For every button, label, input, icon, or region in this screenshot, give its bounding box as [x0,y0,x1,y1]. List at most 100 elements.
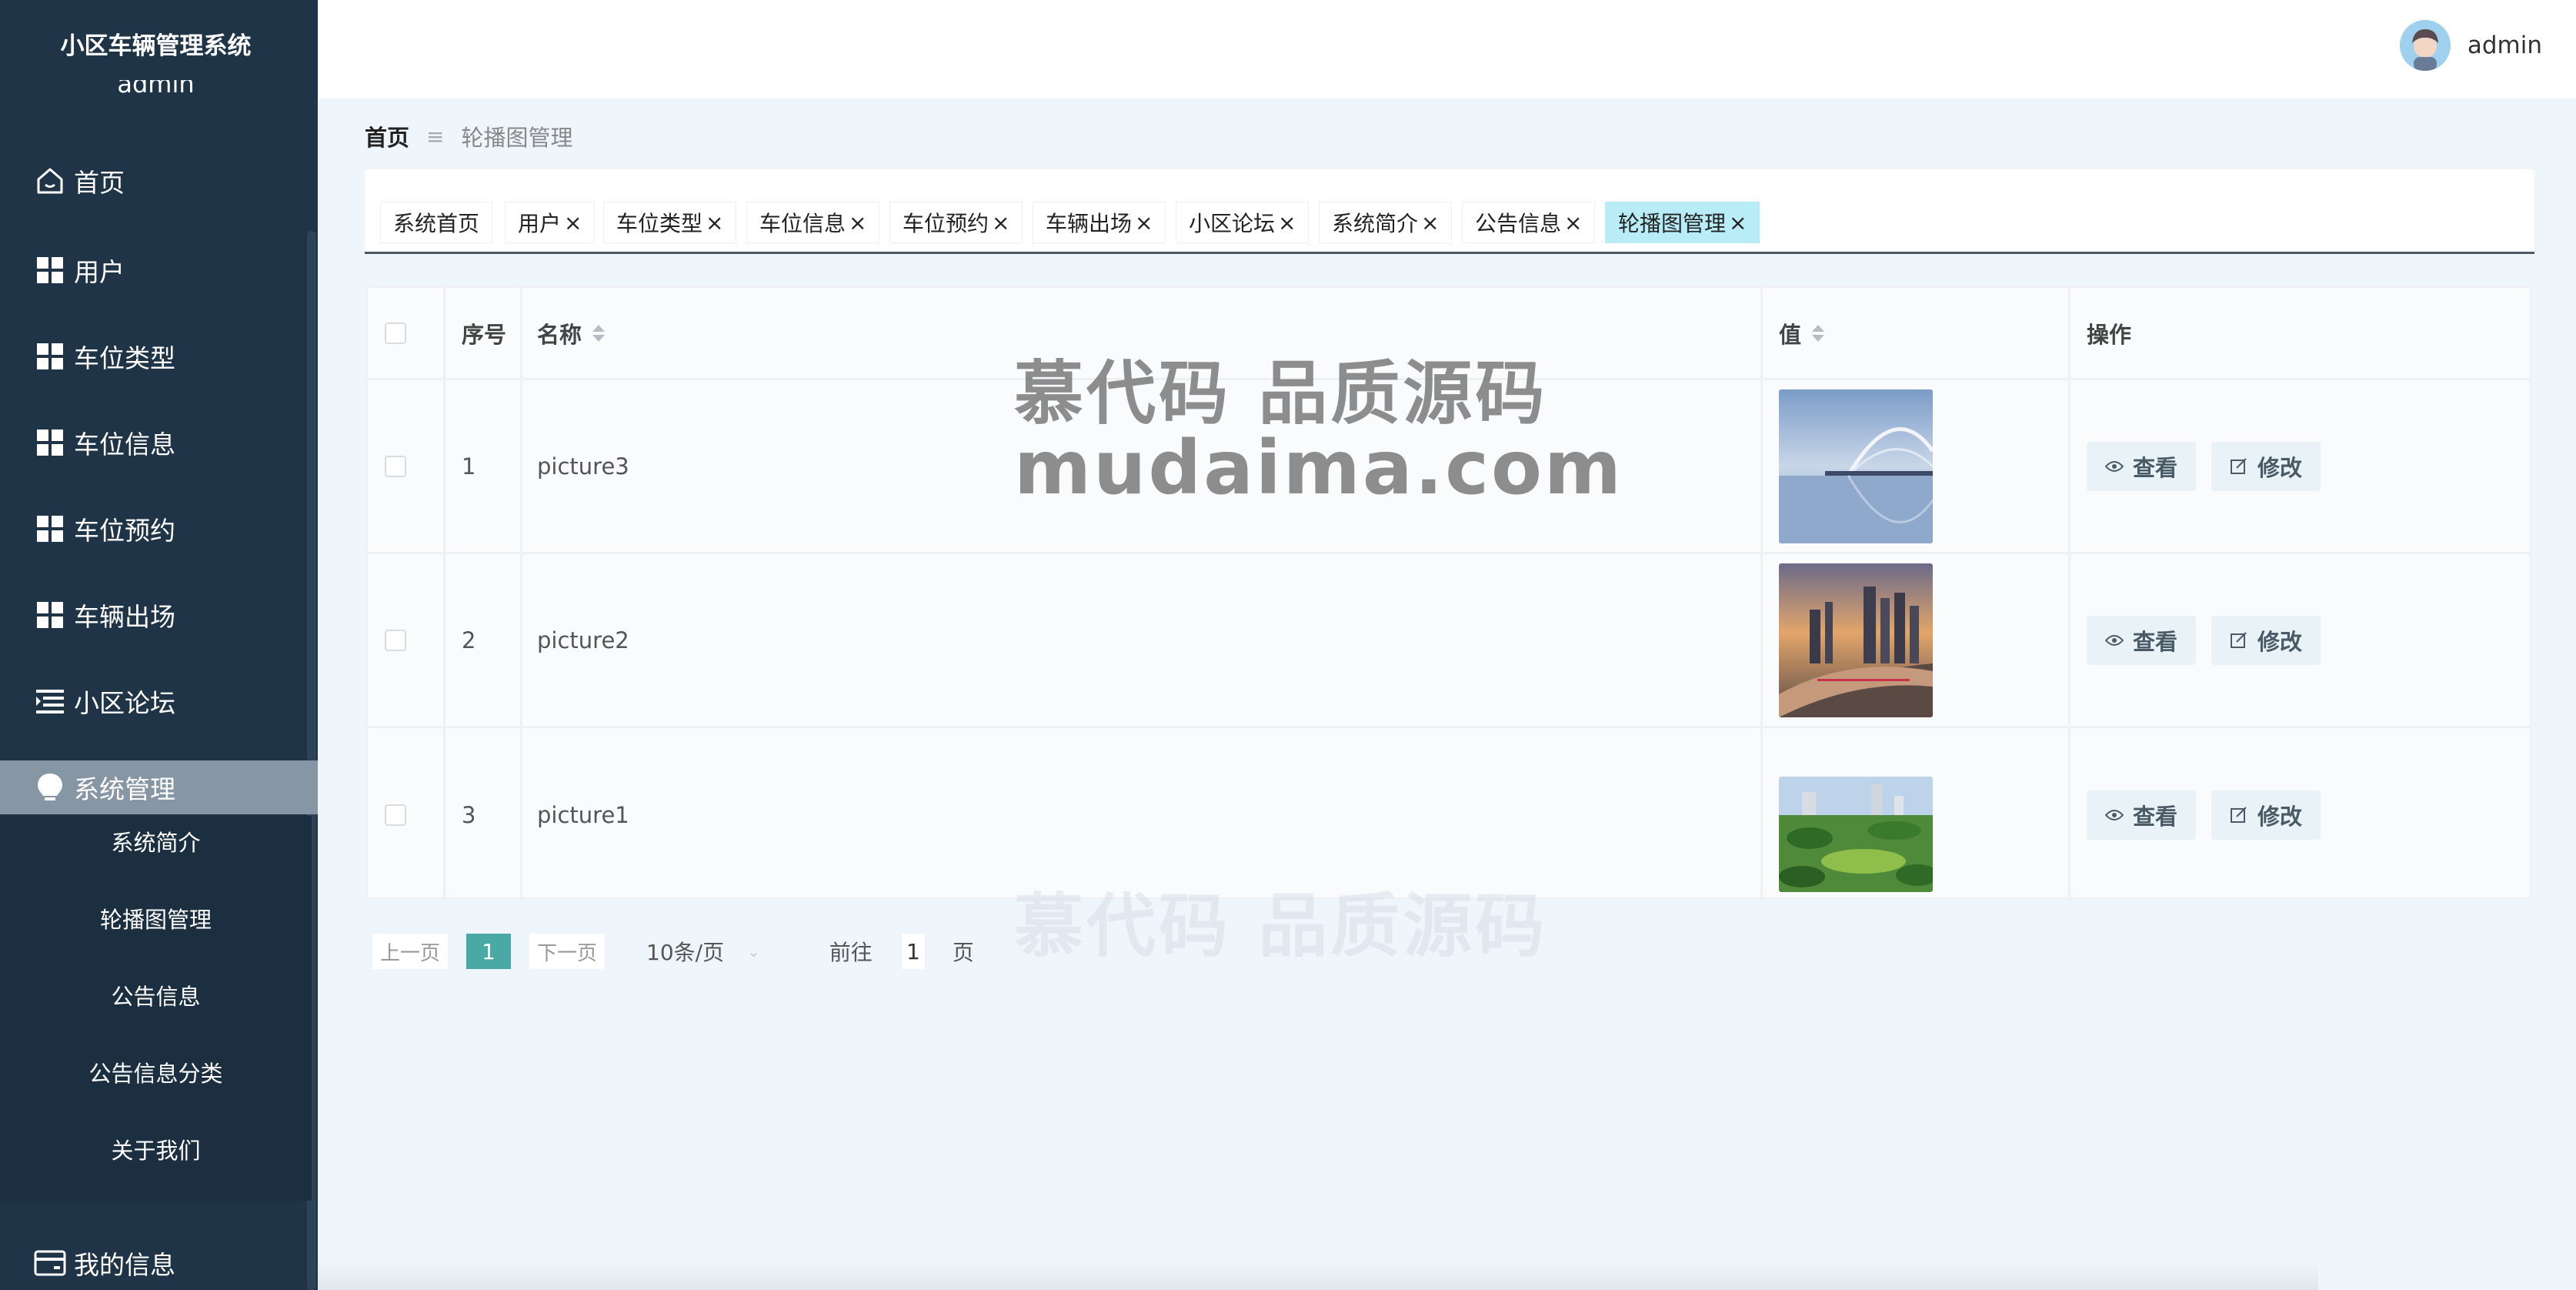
watermark-faint: 慕代码 品质源码 [1014,886,1548,967]
carousel-image[interactable] [1779,389,1933,543]
menu-icon: ≡ [426,123,445,149]
close-icon[interactable]: × [1135,210,1153,236]
tags-view-bar: 系统首页 用户 × 车位类型 × 车位信息 × 车位预约 × 车辆出场 × 小区论坛 × 系… [365,169,2534,254]
submenu-item-notice-categories[interactable]: 公告信息分类 [0,1047,312,1101]
tag-notices[interactable]: 公告信息 × [1462,202,1596,243]
next-page-button[interactable]: 下一页 [529,934,606,969]
view-button[interactable]: 查看 [2087,790,2197,840]
goto-unit-label: 页 [952,940,974,965]
sidebar-item-vehicle-exit[interactable]: 车辆出场 [0,588,318,642]
id-card-icon [34,1247,66,1279]
submenu-item-notices[interactable]: 公告信息 [0,970,312,1024]
grid-icon [34,254,66,286]
close-icon[interactable]: × [564,210,582,236]
sidebar-item-reservations[interactable]: 车位预约 [0,502,318,556]
breadcrumb-current: 轮播图管理 [461,125,573,151]
carousel-image[interactable] [1779,777,1933,892]
eye-icon [2105,460,2124,473]
view-button[interactable]: 查看 [2087,615,2197,665]
submenu-item-system-intro[interactable]: 系统简介 [0,816,312,870]
close-icon[interactable]: × [992,210,1009,236]
list-icon [34,685,66,717]
column-header-name[interactable]: 名称 [537,288,606,378]
column-header-index: 序号 [462,321,507,348]
column-header-actions: 操作 [2087,321,2132,348]
goto-label: 前往 [829,940,873,965]
edit-button[interactable]: 修改 [2211,441,2321,491]
sidebar-item-system[interactable]: 系统管理 [0,760,318,814]
user-menu[interactable]: admin [2399,20,2542,71]
tag-carousel[interactable]: 轮播图管理 × [1605,202,1760,243]
sidebar-item-users[interactable]: 用户 [0,243,318,297]
close-icon[interactable]: × [1729,210,1747,236]
pagination: 上一页 1 下一页 10条/页 ⌄ 前往 1 页 [372,933,974,970]
row-checkbox[interactable] [385,804,406,826]
sidebar-item-label: 车位类型 [74,343,175,373]
sort-icon[interactable] [592,324,606,342]
row-name: picture1 [537,802,629,828]
close-icon[interactable]: × [1564,210,1582,236]
breadcrumb-home[interactable]: 首页 [365,120,409,152]
eye-icon [2105,634,2124,647]
grid-icon [34,340,66,373]
sidebar-item-label: 小区论坛 [74,688,175,718]
sidebar-item-label: 车位信息 [74,429,175,460]
sort-icon[interactable] [1812,324,1825,342]
submenu-item-carousel[interactable]: 轮播图管理 [0,893,312,947]
table-row: 2 picture2 查看 修改 [368,554,2530,728]
chevron-down-icon: ⌄ [747,942,760,961]
sidebar-item-space-info[interactable]: 车位信息 [0,416,318,470]
tag-forum[interactable]: 小区论坛 × [1176,202,1310,243]
tag-system-home[interactable]: 系统首页 [380,202,493,243]
goto-page-input[interactable]: 1 [901,934,925,969]
edit-icon [2230,457,2248,476]
sidebar-item-home[interactable]: 首页 [0,154,318,208]
sidebar-item-my-info[interactable]: 我的信息 [0,1236,318,1290]
page-number-current[interactable]: 1 [466,934,512,969]
tag-reservations[interactable]: 车位预约 × [889,202,1023,243]
sidebar-item-label: 系统管理 [74,774,175,804]
row-checkbox[interactable] [385,629,406,651]
watermark-text: 慕代码 品质源码 [1014,353,1548,434]
submenu-item-about-us[interactable]: 关于我们 [0,1124,312,1178]
eye-icon [2105,809,2124,821]
close-icon[interactable]: × [849,210,866,236]
column-header-value[interactable]: 值 [1779,288,1825,378]
carousel-image[interactable] [1779,563,1933,717]
app-title: 小区车辆管理系统 [60,32,252,60]
row-checkbox[interactable] [385,455,406,477]
tag-system-intro[interactable]: 系统简介 × [1319,202,1453,243]
row-name: picture2 [537,627,629,653]
sidebar-item-label: 车辆出场 [74,602,175,632]
view-button[interactable]: 查看 [2087,441,2197,491]
sidebar-item-label: 首页 [74,168,125,198]
sidebar-item-space-types[interactable]: 车位类型 [0,329,318,383]
sidebar-item-label: 我的信息 [74,1250,175,1280]
home-icon [34,165,66,197]
sidebar-item-forum[interactable]: 小区论坛 [0,674,318,728]
edit-icon [2230,806,2248,824]
row-index: 2 [462,627,476,653]
edit-button[interactable]: 修改 [2211,615,2321,665]
grid-icon [34,513,66,545]
tag-users[interactable]: 用户 × [505,202,596,243]
watermark-url: mudaima.com [1014,425,1623,511]
tag-space-info[interactable]: 车位信息 × [746,202,880,243]
select-all-checkbox[interactable] [385,322,406,344]
grid-icon [34,599,66,631]
close-icon[interactable]: × [706,210,723,236]
top-header: admin [318,0,2576,99]
breadcrumb: 首页 ≡ 轮播图管理 [365,120,573,152]
row-index: 1 [462,453,476,480]
close-icon[interactable]: × [1421,210,1439,236]
close-icon[interactable]: × [1278,210,1296,236]
page-size-select[interactable]: 10条/页 ⌄ [646,936,760,967]
tag-space-types[interactable]: 车位类型 × [603,202,737,243]
header-username: admin [2467,32,2542,59]
edit-button[interactable]: 修改 [2211,790,2321,840]
sidebar-item-label: 用户 [74,257,125,287]
prev-page-button[interactable]: 上一页 [372,934,449,969]
grid-icon [34,426,66,459]
tag-vehicle-exit[interactable]: 车辆出场 × [1033,202,1166,243]
bulb-icon [34,771,66,804]
